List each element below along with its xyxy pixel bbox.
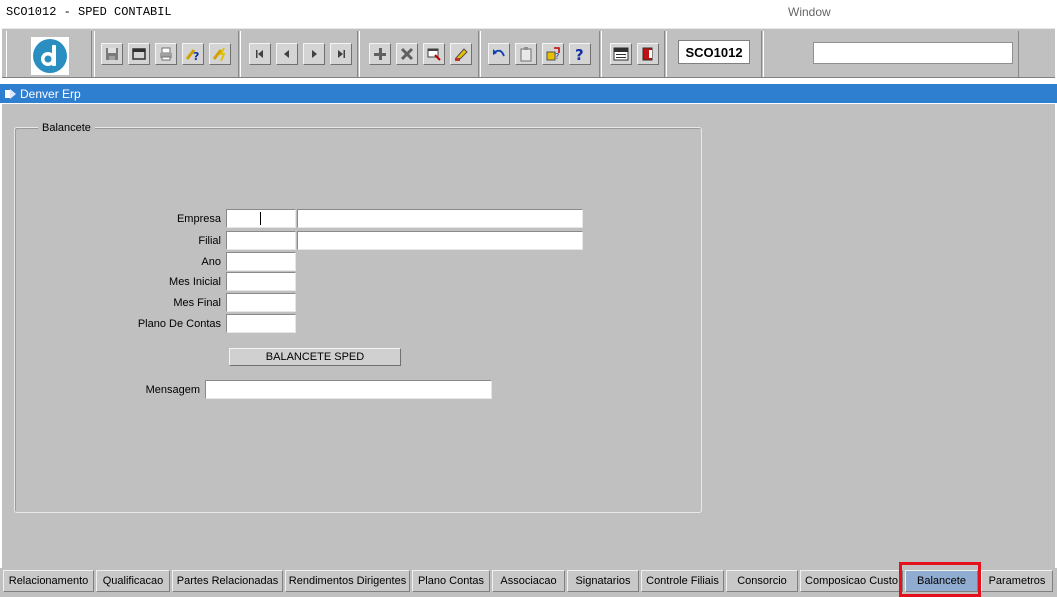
mes-inicial-label: Mes Inicial [169,276,221,288]
toolbar: ? ? ? SCO1012 [2,28,1055,78]
balancete-sped-button[interactable]: BALANCETE SPED [229,348,401,366]
mensagem-label: Mensagem [145,384,200,396]
text-caret [260,212,261,225]
clipboard-button[interactable] [515,43,537,65]
toolbar-group-app [601,31,665,77]
clear-record-icon [455,48,468,61]
empresa-description-field[interactable] [297,209,583,228]
window-icon [132,48,146,60]
form-header-bar: Denver Erp [0,84,1057,103]
undo-icon [493,49,505,57]
first-record-icon [256,50,263,58]
empresa-code-input[interactable] [226,209,296,228]
mes-final-input[interactable] [226,293,296,312]
first-record-button[interactable] [249,43,271,65]
previous-record-button[interactable] [276,43,298,65]
plano-de-contas-label: Plano De Contas [137,318,221,330]
title-bar: SCO1012 - SPED CONTABIL Window [0,0,1057,24]
form-code-display: SCO1012 [678,40,750,64]
window-title: SCO1012 - SPED CONTABIL [6,5,172,19]
tab-associacao[interactable]: Associacao [492,570,565,592]
tab-rendimentos-dirigentes[interactable]: Rendimentos Dirigentes [285,570,410,592]
clipboard-icon [520,47,532,62]
duplicate-record-icon [427,48,441,61]
exit-button[interactable] [637,43,659,65]
tab-controle-filiais[interactable]: Controle Filiais [641,570,724,592]
plano-de-contas-input[interactable] [226,314,296,333]
print-button[interactable] [155,43,177,65]
app-window-icon [5,89,16,102]
app-title: Denver Erp [20,87,81,101]
tab-signatarios[interactable]: Signatarios [567,570,639,592]
clear-record-button[interactable] [450,43,472,65]
list-values-icon: ? [546,47,560,61]
delete-record-button[interactable] [396,43,418,65]
menu-button[interactable] [610,43,632,65]
ano-label: Ano [201,256,221,268]
mensagem-field [205,380,492,399]
query-help-button[interactable]: ? [182,43,204,65]
window-button[interactable] [128,43,150,65]
svg-text:?: ? [555,52,559,61]
last-record-icon [338,50,345,58]
toolbar-group-logo [6,31,92,77]
tab-relacionamento[interactable]: Relacionamento [3,570,94,592]
tab-plano-contas[interactable]: Plano Contas [412,570,490,592]
tab-composicao-custo[interactable]: Composicao Custo [800,570,903,592]
toolbar-group-records [359,31,479,77]
svg-text:?: ? [575,46,584,62]
execute-query-icon [212,47,226,62]
mes-inicial-input[interactable] [226,272,296,291]
svg-text:?: ? [193,50,199,62]
mes-final-label: Mes Final [173,297,221,309]
delete-record-icon [400,47,414,61]
list-values-button[interactable]: ? [542,43,564,65]
filial-description-field[interactable] [297,231,583,250]
menu-icon [613,47,629,61]
execute-query-button[interactable] [209,43,231,65]
save-button[interactable] [101,43,123,65]
tab-consorcio[interactable]: Consorcio [726,570,798,592]
denver-logo-icon [31,37,69,75]
filial-code-input[interactable] [226,231,296,250]
insert-record-button[interactable] [369,43,391,65]
ano-input[interactable] [226,252,296,271]
filial-label: Filial [198,235,221,247]
previous-record-icon [284,50,289,58]
window-menu[interactable]: Window [788,5,831,19]
insert-record-icon [374,48,386,60]
toolbar-group-edit: ? ? [480,31,600,77]
undo-button[interactable] [488,43,510,65]
tab-qualificacao[interactable]: Qualificacao [96,570,170,592]
exit-icon [642,47,653,61]
toolbar-group-navigation [240,31,358,77]
print-icon [160,47,172,61]
tab-partes-relacionadas[interactable]: Partes Relacionadas [172,570,283,592]
tab-parametros[interactable]: Parametros [981,570,1053,592]
active-tab-highlight [899,562,981,597]
last-record-button[interactable] [330,43,352,65]
toolbar-group-file: ? [94,31,239,77]
next-record-button[interactable] [303,43,325,65]
help-button[interactable]: ? [569,43,591,65]
save-icon [106,48,118,60]
frame-title: Balancete [38,122,95,134]
empresa-label: Empresa [176,213,221,225]
toolbar-text-field[interactable] [813,42,1013,64]
duplicate-record-button[interactable] [423,43,445,65]
next-record-icon [312,50,317,58]
query-help-icon: ? [185,49,199,62]
help-icon: ? [575,46,584,62]
